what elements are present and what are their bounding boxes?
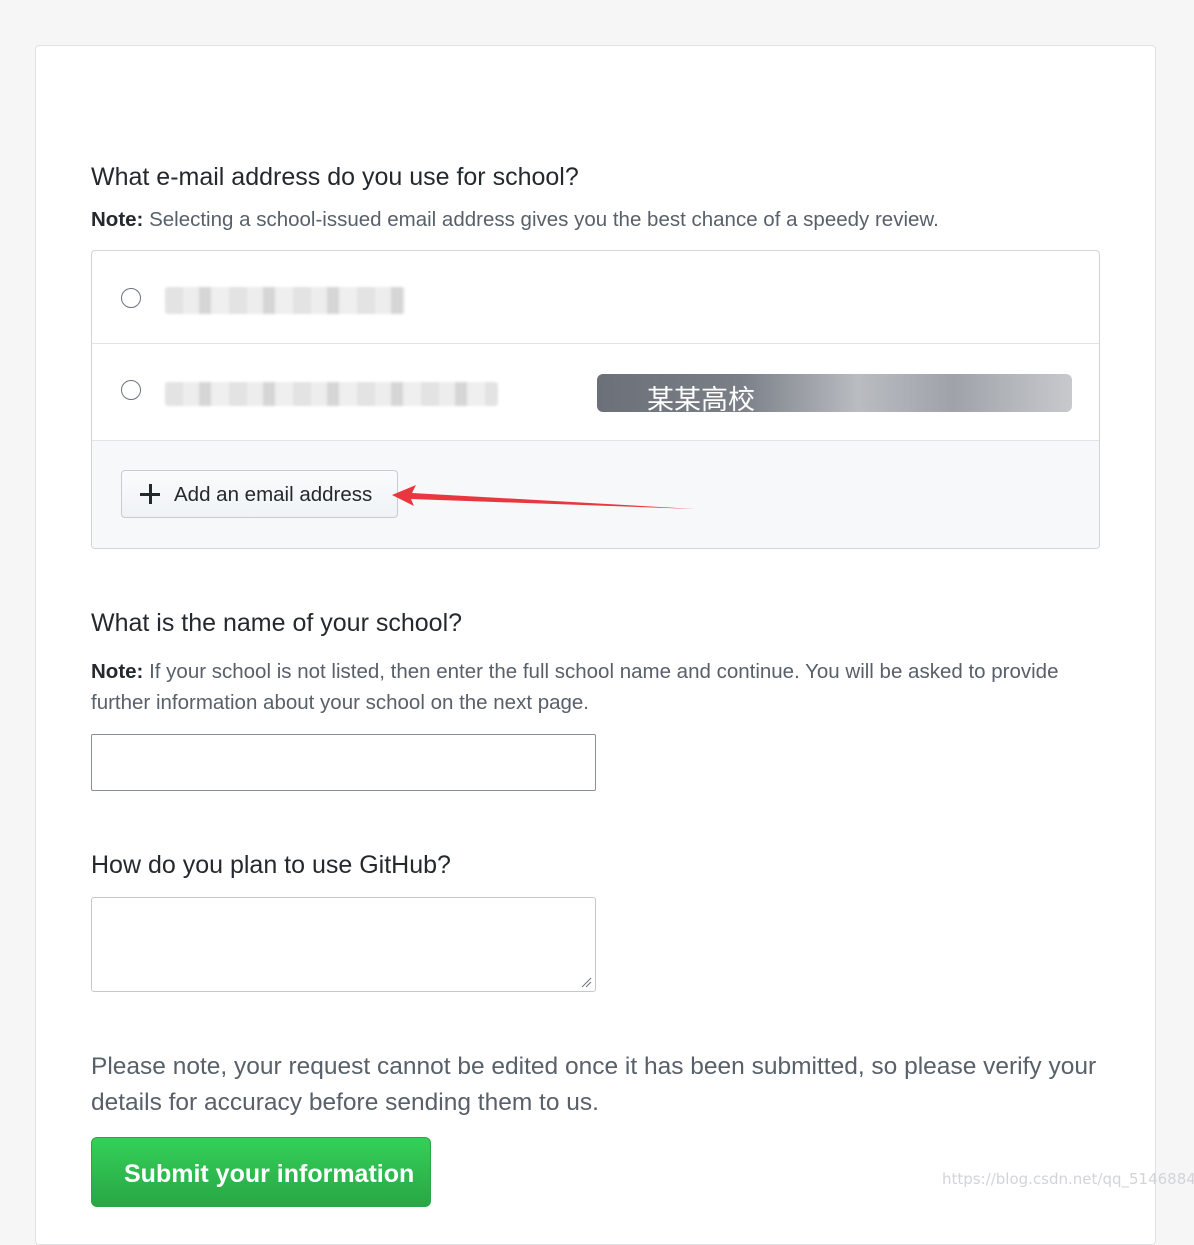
- email-option-1-redacted: [165, 287, 405, 314]
- school-tag: 某某高校: [597, 374, 1072, 416]
- school-name-input[interactable]: [91, 734, 596, 791]
- usage-textarea[interactable]: [91, 897, 596, 992]
- submit-button-label: Submit your information: [124, 1160, 415, 1188]
- final-note: Please note, your request cannot be edit…: [91, 1053, 1097, 1116]
- email-option-1-radio[interactable]: [121, 288, 141, 308]
- submit-button[interactable]: Submit your information: [91, 1137, 431, 1207]
- email-option-2-redacted: [165, 382, 498, 406]
- school-note-label: Note:: [91, 660, 144, 683]
- school-note: Note: If your school is not listed, then…: [91, 656, 1101, 718]
- school-tag-text: 某某高校: [647, 385, 755, 416]
- school-note-text: If your school is not listed, then enter…: [91, 660, 1059, 714]
- school-question-title: What is the name of your school?: [91, 609, 463, 637]
- email-note-label: Note:: [91, 208, 144, 231]
- email-option-2[interactable]: 某某高校: [92, 344, 1099, 441]
- add-email-button[interactable]: Add an email address: [121, 470, 398, 518]
- annotation-arrow-icon: [392, 485, 695, 509]
- email-option-2-radio[interactable]: [121, 380, 141, 400]
- add-email-button-label: Add an email address: [174, 483, 373, 506]
- email-option-1[interactable]: [92, 251, 1099, 344]
- resize-handle-icon[interactable]: [580, 976, 592, 988]
- watermark: https://blog.csdn.net/qq_51468843: [942, 1170, 1194, 1188]
- email-note: Note: Selecting a school-issued email ad…: [91, 204, 1101, 235]
- email-question-title: What e-mail address do you use for schoo…: [91, 163, 579, 191]
- email-note-text: Selecting a school-issued email address …: [143, 208, 939, 231]
- plus-icon: [140, 484, 160, 504]
- usage-question-title: How do you plan to use GitHub?: [91, 851, 451, 879]
